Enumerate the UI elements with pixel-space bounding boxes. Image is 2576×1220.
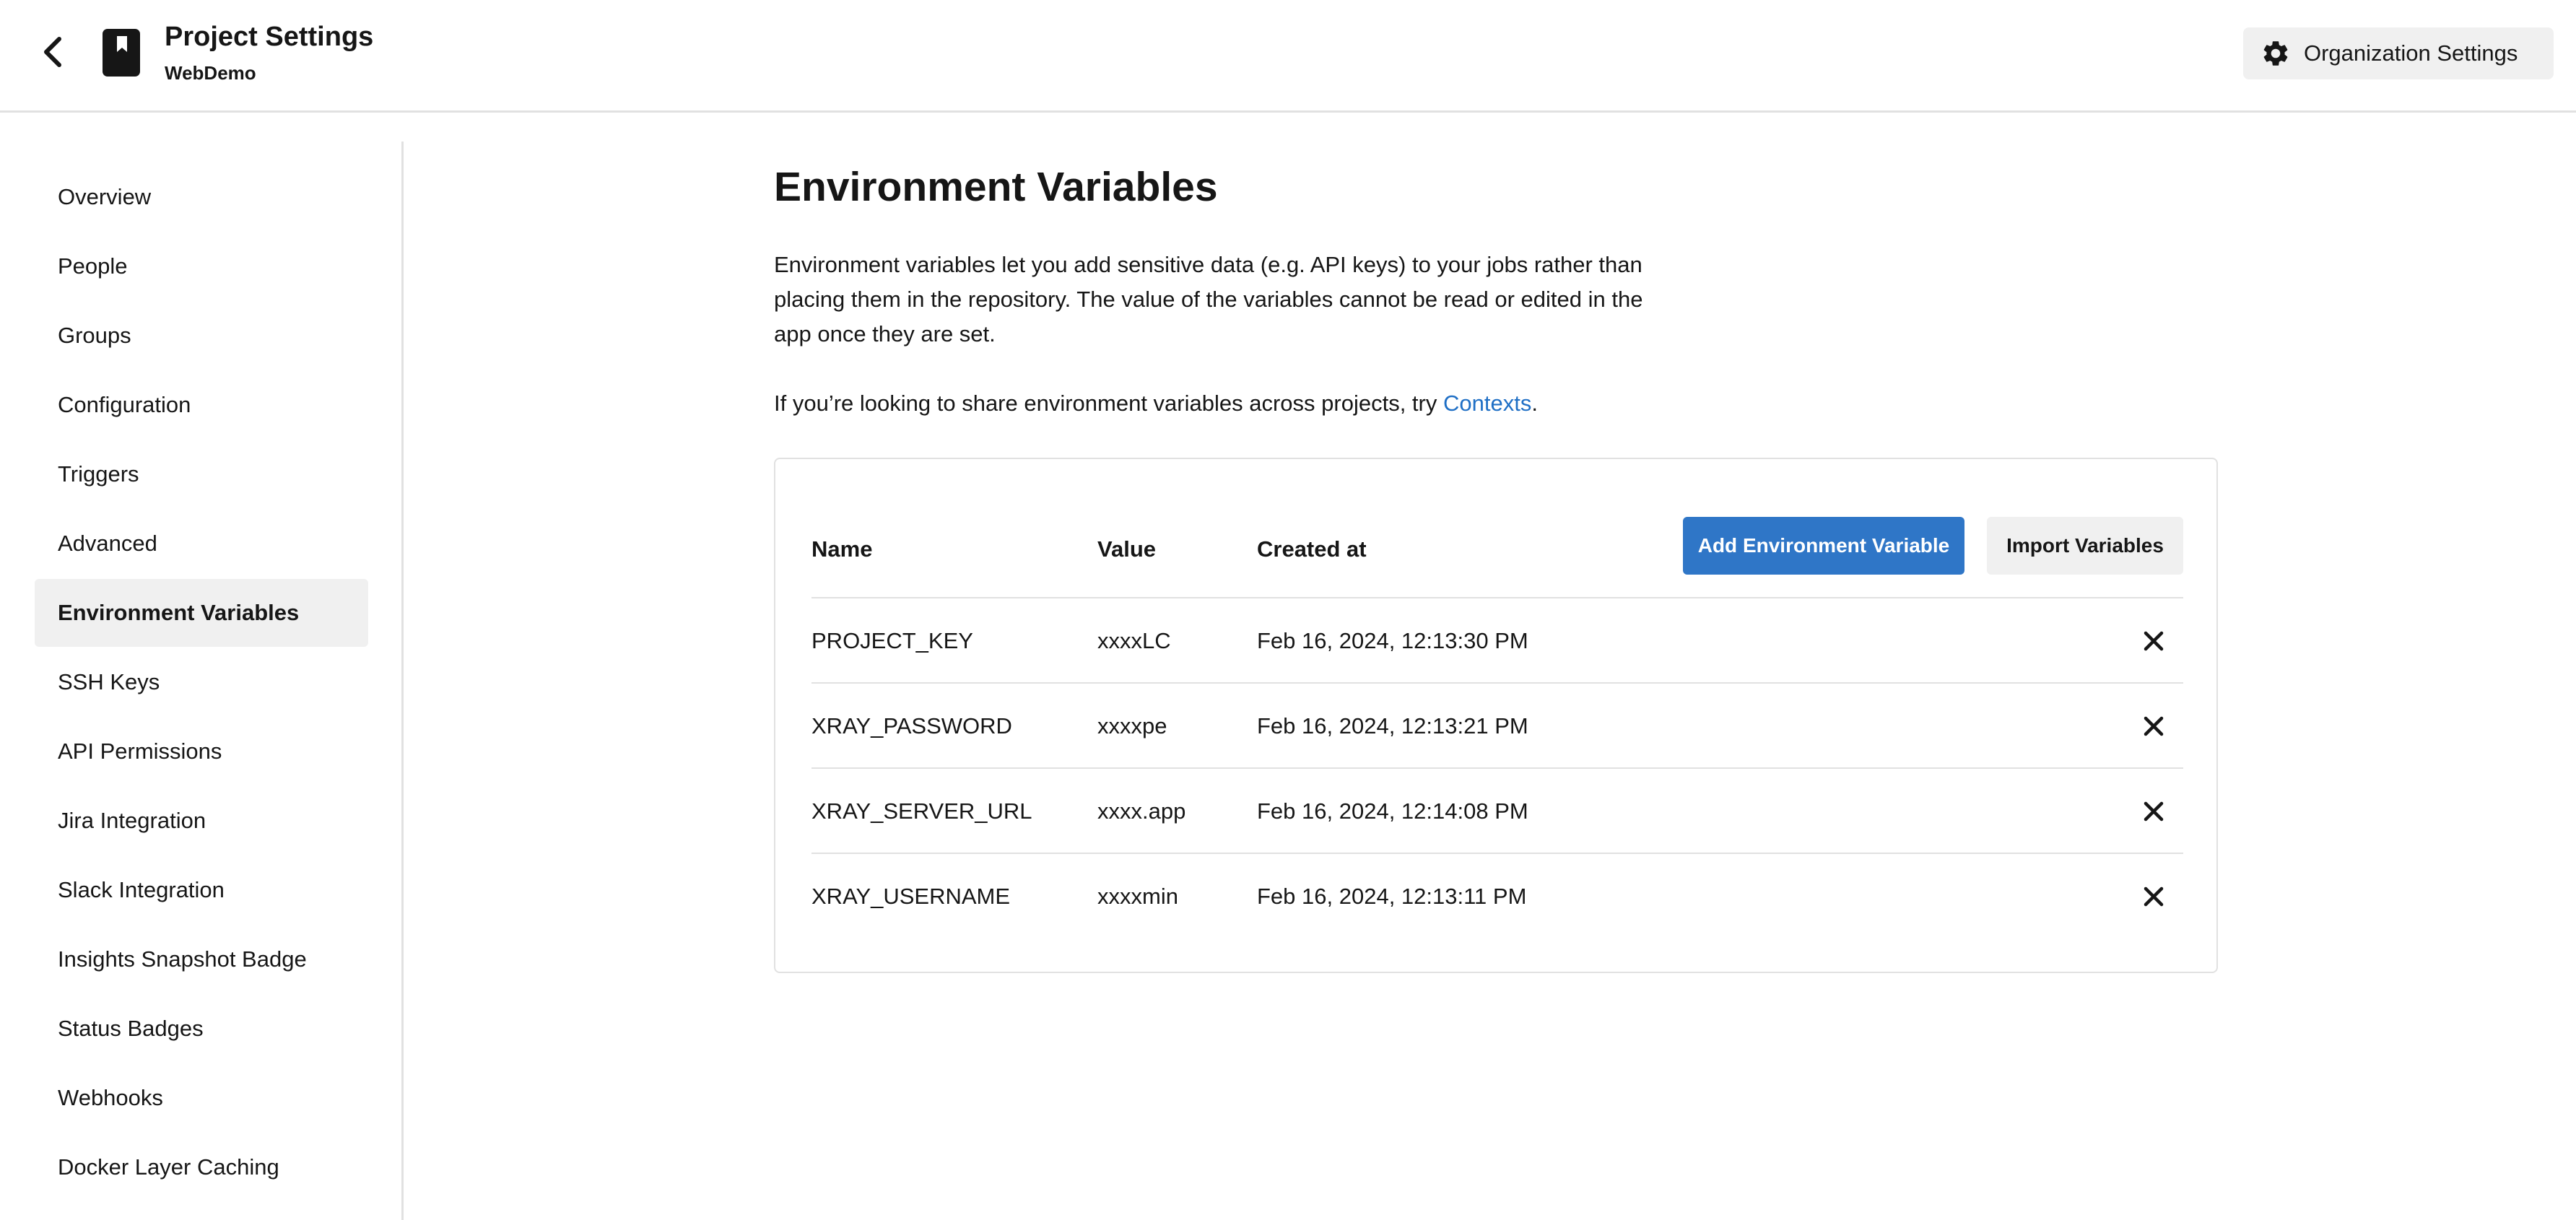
- column-header-created-at: Created at: [1257, 536, 1367, 562]
- sidebar-item-overview[interactable]: Overview: [35, 163, 368, 231]
- column-header-value: Value: [1097, 536, 1156, 562]
- sidebar-item-ssh-keys[interactable]: SSH Keys: [35, 648, 368, 716]
- back-button[interactable]: [33, 32, 74, 72]
- variable-created-at: Feb 16, 2024, 12:13:30 PM: [1257, 628, 1528, 653]
- table-row: PROJECT_KEY xxxxLC Feb 16, 2024, 12:13:3…: [811, 598, 2183, 684]
- variable-name: PROJECT_KEY: [811, 628, 973, 653]
- table-row: XRAY_PASSWORD xxxxpe Feb 16, 2024, 12:13…: [811, 684, 2183, 769]
- variable-name: XRAY_PASSWORD: [811, 713, 1012, 738]
- variable-created-at: Feb 16, 2024, 12:13:11 PM: [1257, 884, 1527, 909]
- table-row: XRAY_SERVER_URL xxxx.app Feb 16, 2024, 1…: [811, 769, 2183, 854]
- sidebar-item-configuration[interactable]: Configuration: [35, 371, 368, 439]
- sidebar-item-insights-snapshot-badge[interactable]: Insights Snapshot Badge: [35, 925, 368, 993]
- organization-settings-button[interactable]: Organization Settings: [2243, 27, 2554, 79]
- settings-sidebar: Overview People Groups Configuration Tri…: [0, 141, 404, 1220]
- variable-value: xxxxLC: [1097, 628, 1171, 653]
- page-description: Environment variables let you add sensit…: [774, 252, 1643, 347]
- project-name: WebDemo: [165, 62, 256, 84]
- add-environment-variable-button[interactable]: Add Environment Variable: [1683, 517, 1964, 575]
- variable-name: XRAY_USERNAME: [811, 884, 1011, 909]
- share-hint-prefix: If you’re looking to share environment v…: [774, 391, 1443, 416]
- import-variables-button[interactable]: Import Variables: [1987, 517, 2183, 575]
- delete-variable-button[interactable]: [2134, 707, 2173, 746]
- variable-created-at: Feb 16, 2024, 12:14:08 PM: [1257, 798, 1528, 824]
- env-variables-card: Name Value Created at Add Environment Va…: [774, 458, 2218, 973]
- variable-name: XRAY_SERVER_URL: [811, 798, 1032, 824]
- page-header-title: Project Settings: [165, 22, 374, 52]
- variable-created-at: Feb 16, 2024, 12:13:21 PM: [1257, 713, 1528, 738]
- close-icon: [2144, 886, 2164, 907]
- close-icon: [2144, 801, 2164, 822]
- sidebar-item-environment-variables[interactable]: Environment Variables: [35, 579, 368, 647]
- sidebar-item-status-badges[interactable]: Status Badges: [35, 995, 368, 1063]
- sidebar-item-advanced[interactable]: Advanced: [35, 510, 368, 578]
- close-icon: [2144, 631, 2164, 651]
- variable-value: xxxx.app: [1097, 798, 1186, 824]
- bookmark-icon: [103, 29, 140, 77]
- table-row: XRAY_USERNAME xxxxmin Feb 16, 2024, 12:1…: [811, 854, 2183, 939]
- close-icon: [2144, 716, 2164, 736]
- page-title: Environment Variables: [774, 164, 1218, 210]
- delete-variable-button[interactable]: [2134, 622, 2173, 661]
- sidebar-item-jira-integration[interactable]: Jira Integration: [35, 787, 368, 855]
- organization-settings-label: Organization Settings: [2304, 40, 2518, 66]
- share-hint: If you’re looking to share environment v…: [774, 386, 1785, 421]
- gear-icon: [2263, 41, 2288, 66]
- delete-variable-button[interactable]: [2134, 792, 2173, 831]
- sidebar-item-groups[interactable]: Groups: [35, 302, 368, 370]
- chevron-left-icon: [44, 37, 61, 67]
- sidebar-item-triggers[interactable]: Triggers: [35, 440, 368, 508]
- variable-value: xxxxmin: [1097, 884, 1178, 909]
- delete-variable-button[interactable]: [2134, 877, 2173, 916]
- column-header-name: Name: [811, 536, 873, 562]
- sidebar-item-docker-layer-caching[interactable]: Docker Layer Caching: [35, 1133, 368, 1201]
- contexts-link[interactable]: Contexts: [1443, 391, 1531, 416]
- sidebar-item-slack-integration[interactable]: Slack Integration: [35, 856, 368, 924]
- sidebar-item-people[interactable]: People: [35, 232, 368, 300]
- variable-value: xxxxpe: [1097, 713, 1167, 738]
- sidebar-item-webhooks[interactable]: Webhooks: [35, 1064, 368, 1132]
- sidebar-item-api-permissions[interactable]: API Permissions: [35, 718, 368, 785]
- top-header: Project Settings WebDemo Organization Se…: [0, 0, 2576, 113]
- share-hint-suffix: .: [1531, 391, 1538, 416]
